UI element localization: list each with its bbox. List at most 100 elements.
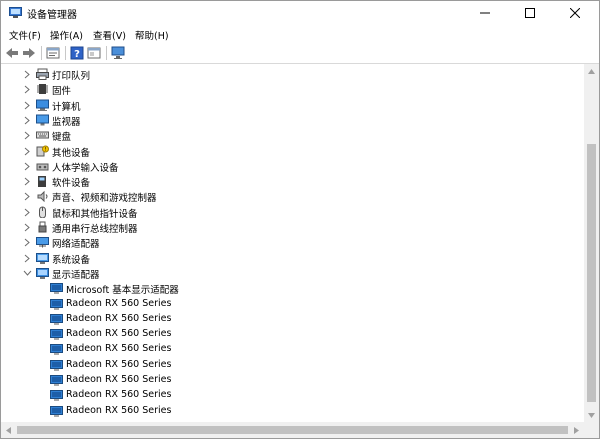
tree-item-label: 其他设备 (52, 147, 91, 159)
tree-device[interactable]: Microsoft 基本显示适配器 (1, 281, 584, 296)
display-adapter-icon (50, 313, 63, 325)
close-button[interactable] (552, 1, 597, 25)
firmware-icon (37, 84, 48, 95)
scroll-up-arrow-icon[interactable] (584, 64, 599, 78)
tree-category-expanded[interactable]: 显示适配器 (1, 266, 584, 281)
tree-category[interactable]: 声音、视频和游戏控制器 (1, 189, 584, 204)
chevron-right-icon[interactable] (23, 176, 32, 187)
tree-item-label: Radeon RX 560 Series (66, 328, 172, 340)
tree-device[interactable]: Radeon RX 560 Series (1, 358, 584, 373)
toolbar-separator (41, 46, 42, 60)
chevron-right-icon[interactable] (23, 161, 32, 172)
tree-item-label: 监视器 (52, 116, 81, 128)
chevron-right-icon[interactable] (23, 191, 32, 202)
tree-category[interactable]: 计算机 (1, 98, 584, 113)
chevron-right-icon[interactable] (23, 130, 32, 141)
menu-view[interactable]: 查看(V) (93, 28, 126, 42)
tree-device[interactable]: Radeon RX 560 Series (1, 404, 584, 419)
speaker-icon (37, 191, 48, 203)
tree-category[interactable]: 软件设备 (1, 174, 584, 189)
scroll-right-arrow-icon[interactable] (569, 423, 584, 437)
horizontal-scroll-thumb[interactable] (17, 426, 568, 434)
chevron-right-icon[interactable] (23, 222, 32, 233)
display-adapter-icon (50, 405, 63, 417)
back-arrow-icon[interactable] (5, 46, 19, 60)
tree-device[interactable]: Radeon RX 560 Series (1, 297, 584, 312)
vertical-scrollbar[interactable] (584, 64, 599, 422)
display-adapter-icon (50, 390, 63, 401)
tree-category[interactable]: 打印队列 (1, 67, 584, 82)
menu-action[interactable]: 操作(A) (50, 28, 83, 42)
chevron-right-icon[interactable] (23, 146, 32, 157)
display-adapter-icon (50, 375, 63, 386)
tree-item-label: Microsoft 基本显示适配器 (66, 285, 179, 297)
tree-category[interactable]: 网络适配器 (1, 235, 584, 250)
forward-arrow-icon[interactable] (22, 46, 36, 60)
display-adapter-icon (50, 283, 63, 294)
tree-item-label: 声音、视频和游戏控制器 (52, 193, 157, 205)
scroll-down-arrow-icon[interactable] (584, 408, 599, 422)
tree-item-label: Radeon RX 560 Series (66, 374, 172, 385)
menu-file[interactable]: 文件(F) (9, 28, 41, 42)
system-device-icon (36, 252, 49, 264)
computer-icon (36, 99, 49, 111)
tree-item-label: Radeon RX 560 Series (66, 404, 172, 416)
chevron-right-icon[interactable] (23, 100, 32, 111)
scroll-thumb[interactable] (587, 144, 596, 402)
tree-category[interactable]: 键盘 (1, 128, 584, 143)
svg-text:?: ? (74, 49, 80, 60)
maximize-button[interactable] (507, 1, 552, 25)
tree-item-label: 固件 (52, 86, 72, 98)
tree-device[interactable]: Radeon RX 560 Series (1, 373, 584, 388)
tree-item-label: 软件设备 (52, 178, 91, 190)
hid-icon (36, 163, 49, 171)
scan-hardware-icon[interactable] (111, 46, 125, 60)
tree-category[interactable]: 系统设备 (1, 251, 584, 266)
tree-item-label: Radeon RX 560 Series (66, 343, 172, 355)
menu-help[interactable]: 帮助(H) (135, 28, 169, 42)
tree-item-label: 计算机 (52, 101, 81, 113)
chevron-right-icon[interactable] (23, 84, 32, 95)
properties-icon[interactable] (46, 46, 60, 60)
action-view-icon[interactable] (87, 46, 101, 60)
chevron-right-icon[interactable] (23, 207, 32, 218)
device-tree: 打印队列固件计算机监视器 键盘! 其他设备人体学输入设备 软件设备声音、视频和游戏控制… (1, 64, 584, 422)
window-title: 设备管理器 (27, 10, 77, 21)
tree-category[interactable]: 鼠标和其他指针设备 (1, 205, 584, 220)
chevron-right-icon[interactable] (23, 115, 32, 126)
mouse-icon (39, 206, 46, 218)
svg-text:!: ! (44, 147, 46, 153)
other-device-icon: ! (36, 145, 49, 156)
display-adapter-icon (50, 329, 63, 340)
title-bar: 设备管理器 (1, 1, 599, 25)
display-adapter-icon (50, 344, 63, 355)
chevron-right-icon[interactable] (23, 253, 32, 264)
tree-device[interactable]: Radeon RX 560 Series (1, 342, 584, 357)
tree-category[interactable]: 固件 (1, 82, 584, 97)
tree-category[interactable]: ! 其他设备 (1, 144, 584, 159)
chevron-right-icon[interactable] (23, 237, 32, 248)
tree-device[interactable]: Radeon RX 560 Series (1, 312, 584, 327)
toolbar-separator (106, 46, 107, 60)
tree-item-label: Radeon RX 560 Series (66, 312, 172, 324)
tree-category[interactable]: 人体学输入设备 (1, 159, 584, 174)
help-icon[interactable]: ? (70, 46, 84, 60)
tree-category[interactable]: 监视器 (1, 113, 584, 128)
menu-bar: 文件(F) 操作(A) 查看(V) 帮助(H) (1, 25, 599, 43)
horizontal-scrollbar[interactable] (1, 422, 584, 438)
tree-item-label: 显示适配器 (52, 269, 100, 281)
tree-item-label: Radeon RX 560 Series (66, 358, 172, 370)
tree-item-label: 网络适配器 (52, 239, 100, 251)
scroll-left-arrow-icon[interactable] (1, 423, 16, 437)
tree-item-label: 打印队列 (52, 71, 91, 82)
chevron-right-icon[interactable] (23, 69, 32, 80)
display-adapter-icon (36, 267, 49, 279)
tree-device[interactable]: Radeon RX 560 Series (1, 327, 584, 342)
chevron-down-icon[interactable] (23, 268, 32, 279)
tree-item-label: 人体学输入设备 (52, 162, 119, 174)
tree-device[interactable]: Radeon RX 560 Series (1, 388, 584, 403)
tree-item-label: 通用串行总线控制器 (52, 224, 138, 235)
display-adapter-icon (50, 298, 63, 309)
tree-category[interactable]: 通用串行总线控制器 (1, 220, 584, 235)
minimize-button[interactable] (462, 1, 507, 25)
